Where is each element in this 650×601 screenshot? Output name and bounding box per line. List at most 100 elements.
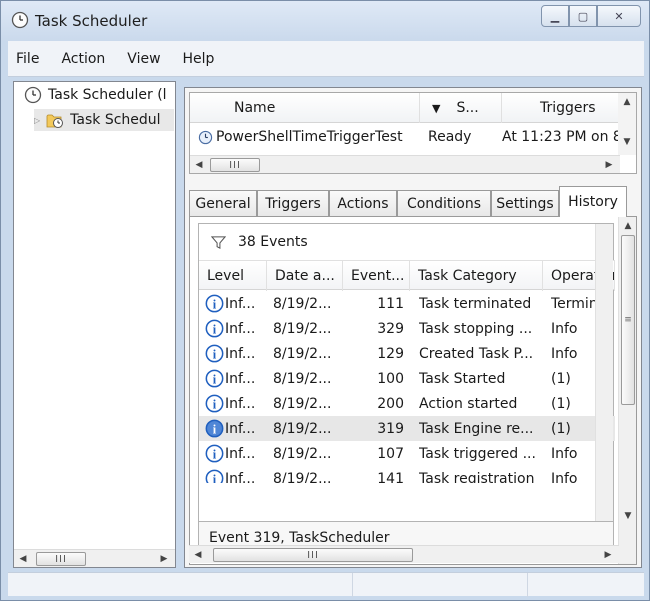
status-segment [528,573,644,597]
event-row[interactable]: i Inf... 8/19/2... 329 Task stopping ... Info [199,316,615,341]
svg-text:i: i [213,422,217,436]
scroll-up-icon[interactable]: ▲ [619,217,637,235]
event-date: 8/19/2... [273,391,343,416]
event-level-text: Inf... [225,395,256,412]
menu-file[interactable]: File [16,51,39,67]
svg-text:i: i [213,347,217,361]
tab-conditions[interactable]: Conditions [397,190,491,216]
event-list: 38 Events Level Date a... Event... Task … [198,223,615,523]
scrollbar-thumb[interactable]: III [213,548,413,562]
event-row[interactable]: i Inf... 8/19/2... 200 Action started (1) [199,391,615,416]
clock-icon [11,11,29,29]
event-id: 319 [343,416,404,441]
minimize-button[interactable]: ▁ [541,5,569,27]
task-list-horizontal-scrollbar[interactable]: ◀ III ▶ [190,155,620,173]
tab-strip: General Triggers Actions Conditions Sett… [189,186,637,217]
event-level: i Inf... [205,391,267,416]
scroll-down-icon[interactable]: ▼ [618,133,636,151]
column-level[interactable]: Level [199,261,267,291]
scroll-up-icon[interactable]: ▲ [618,93,636,111]
event-id: 111 [343,291,404,316]
tree-item-task-scheduler-library[interactable]: ▷ Task Schedul [34,109,174,131]
event-id: 329 [343,316,404,341]
scroll-left-icon[interactable]: ◀ [190,156,208,174]
event-id-text: 329 [377,320,404,337]
tab-triggers[interactable]: Triggers [257,190,329,216]
event-task-category-text: Task Engine re... [419,420,534,437]
event-id-text: 200 [377,395,404,412]
close-button[interactable]: ✕ [597,5,641,27]
task-details-pane: Name ▼ S... Triggers PowerShellTimeTrigg… [184,87,642,568]
tab-history[interactable]: History [559,186,627,217]
menu-help[interactable]: Help [183,51,215,67]
svg-text:i: i [213,372,217,386]
sort-descending-icon: ▼ [432,101,441,115]
scrollbar-thumb[interactable]: III [36,552,86,566]
event-task-category-text: Task triggered ... [419,445,536,462]
event-row[interactable]: i Inf... 8/19/2... 141 Task registration Info [199,466,615,483]
event-row[interactable]: i Inf... 8/19/2... 100 Task Started (1) [199,366,615,391]
column-triggers[interactable]: Triggers [502,93,620,123]
info-icon: i [205,444,224,463]
info-icon: i [205,319,224,338]
column-date[interactable]: Date a... [267,261,343,291]
task-name-cell: PowerShellTimeTriggerTest [198,124,420,150]
scrollbar-thumb[interactable]: III [210,158,260,172]
event-row[interactable]: i Inf... 8/19/2... 319 Task Engine re... (1) [199,416,615,441]
task-list-vertical-scrollbar[interactable]: ▲ ▼ [618,93,636,155]
history-panel-vertical-scrollbar[interactable]: ▲ ≡ ▼ [618,217,636,564]
event-row[interactable]: i Inf... 8/19/2... 107 Task triggered ... Inf… [199,441,615,466]
tree-item-task-scheduler[interactable]: Task Scheduler (l [24,86,174,104]
tab-settings[interactable]: Settings [491,190,559,216]
event-date-text: 8/19/2... [273,320,332,337]
event-task-category-text: Action started [419,395,518,412]
tab-general[interactable]: General [189,190,257,216]
event-id-text: 319 [377,420,404,437]
task-row[interactable]: PowerShellTimeTriggerTest Ready At 11:23… [190,124,620,150]
scroll-right-icon[interactable]: ▶ [599,546,617,564]
column-name[interactable]: Name [190,93,420,123]
funnel-icon[interactable] [211,235,226,250]
tab-actions[interactable]: Actions [329,190,397,216]
column-status[interactable]: ▼ S... [420,93,502,123]
event-task-category-text: Task registration [419,470,535,484]
history-panel: 38 Events Level Date a... Event... Task … [189,216,637,565]
tree-horizontal-scrollbar[interactable]: ◀ III ▶ [14,549,175,567]
svg-text:i: i [213,447,217,461]
event-detail-title: Event 319, TaskScheduler [209,530,390,546]
event-id: 107 [343,441,404,466]
event-task-category: Task Started [419,366,545,391]
clock-icon [198,130,213,144]
column-event-id[interactable]: Event... [343,261,410,291]
scroll-left-icon[interactable]: ◀ [14,550,32,568]
expand-arrow-icon[interactable]: ▷ [34,116,40,125]
filter-bar: 38 Events [199,224,615,260]
scroll-right-icon[interactable]: ▶ [155,550,173,568]
event-id: 200 [343,391,404,416]
event-operation-text: (1) [551,420,571,437]
scroll-left-icon[interactable]: ◀ [189,546,207,564]
menu-view[interactable]: View [127,51,160,67]
event-id-text: 129 [377,345,404,362]
scroll-down-icon[interactable]: ▼ [619,507,637,525]
event-date: 8/19/2... [273,341,343,366]
event-row[interactable]: i Inf... 8/19/2... 111 Task terminated Termin… [199,291,615,316]
event-row[interactable]: i Inf... 8/19/2... 129 Created Task P... Info [199,341,615,366]
maximize-button[interactable]: ▢ [569,5,597,27]
scrollbar-thumb[interactable]: ≡ [621,235,635,405]
event-level-text: Inf... [225,295,256,312]
event-task-category-text: Task Started [419,370,506,387]
title-bar[interactable]: Task Scheduler ▁ ▢ ✕ [1,1,649,41]
event-list-vertical-scrollbar[interactable] [595,224,613,522]
event-level-text: Inf... [225,320,256,337]
svg-text:i: i [213,322,217,336]
details-horizontal-scrollbar[interactable]: ◀ III ▶ [189,545,619,563]
event-date: 8/19/2... [273,366,343,391]
tree-item-label: Task Schedul [70,112,161,128]
menu-action[interactable]: Action [61,51,105,67]
task-status: Ready [428,129,472,145]
info-icon: i [205,469,224,483]
event-task-category: Created Task P... [419,341,545,366]
column-task-category[interactable]: Task Category [410,261,543,291]
scroll-right-icon[interactable]: ▶ [600,156,618,174]
